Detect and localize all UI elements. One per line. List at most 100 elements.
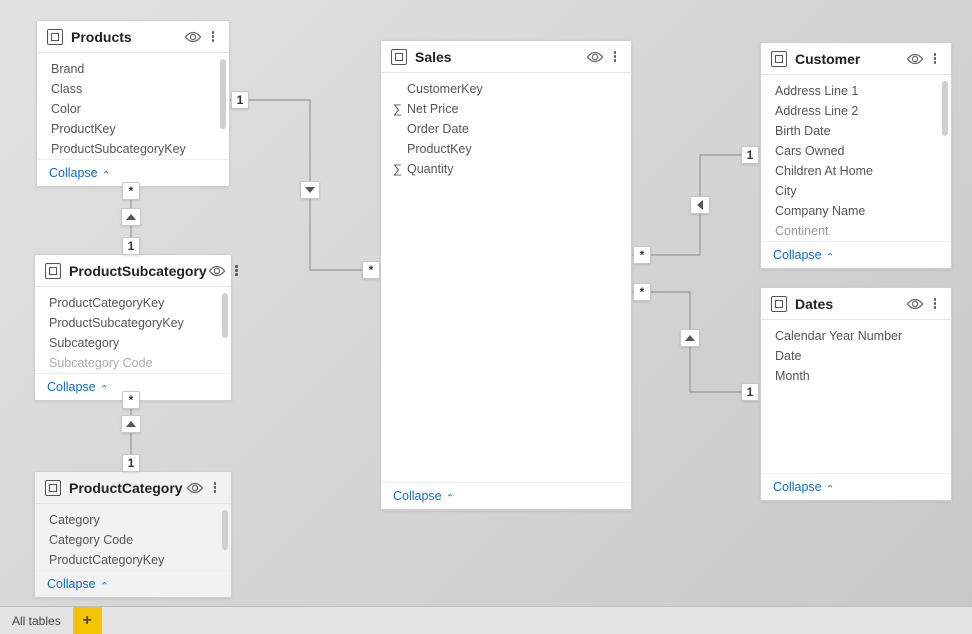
cardinality-many: * bbox=[362, 261, 380, 279]
sigma-icon: ∑ bbox=[393, 102, 407, 116]
cardinality-one: 1 bbox=[122, 454, 140, 472]
table-icon bbox=[45, 480, 61, 496]
cardinality-many: * bbox=[122, 182, 140, 200]
field-item[interactable]: ProductCategoryKey bbox=[35, 550, 231, 570]
field-item[interactable]: ProductCategoryKey bbox=[35, 293, 231, 313]
card-header[interactable]: ProductSubcategory bbox=[35, 255, 231, 287]
scrollbar[interactable] bbox=[942, 81, 948, 136]
table-icon bbox=[771, 296, 787, 312]
field-item[interactable]: Cars Owned bbox=[761, 141, 951, 161]
field-item[interactable]: Subcategory Code bbox=[35, 353, 231, 373]
card-title: Sales bbox=[415, 49, 585, 65]
field-item[interactable]: Birth Date bbox=[761, 121, 951, 141]
card-title: Dates bbox=[795, 296, 905, 312]
field-item[interactable]: ProductSubcategoryKey bbox=[35, 313, 231, 333]
cardinality-one: 1 bbox=[741, 383, 759, 401]
filter-direction-icon bbox=[690, 196, 710, 214]
filter-direction-icon bbox=[680, 329, 700, 347]
field-item[interactable]: Address Line 1 bbox=[761, 81, 951, 101]
field-item[interactable]: Company Name bbox=[761, 201, 951, 221]
collapse-button[interactable]: Collapse ⌄ bbox=[761, 241, 951, 268]
table-card-product-category[interactable]: ProductCategory Category Category Code P… bbox=[34, 471, 232, 598]
card-title: Products bbox=[71, 29, 183, 45]
cardinality-many: * bbox=[122, 391, 140, 409]
table-card-sales[interactable]: Sales CustomerKey ∑Net Price Order Date … bbox=[380, 40, 632, 510]
model-view-canvas[interactable]: Products Brand Class Color ProductKey Pr… bbox=[0, 0, 972, 634]
tab-all-tables[interactable]: All tables bbox=[0, 607, 74, 634]
more-icon[interactable] bbox=[609, 51, 621, 62]
card-title: ProductCategory bbox=[69, 480, 185, 496]
collapse-label: Collapse bbox=[49, 166, 98, 180]
collapse-label: Collapse bbox=[47, 577, 96, 591]
visibility-icon[interactable] bbox=[207, 261, 227, 281]
card-header[interactable]: Products bbox=[37, 21, 229, 53]
visibility-icon[interactable] bbox=[905, 294, 925, 314]
layout-tabs: All tables + bbox=[0, 606, 972, 634]
filter-direction-icon bbox=[121, 208, 141, 226]
collapse-button[interactable]: Collapse ⌄ bbox=[761, 473, 951, 500]
field-item[interactable]: Order Date bbox=[381, 119, 631, 139]
field-item[interactable]: Address Line 2 bbox=[761, 101, 951, 121]
field-item[interactable]: Month bbox=[761, 366, 951, 386]
field-item[interactable]: Children At Home bbox=[761, 161, 951, 181]
field-item[interactable]: ∑Net Price bbox=[381, 99, 631, 119]
more-icon[interactable] bbox=[231, 265, 243, 276]
table-card-customer[interactable]: Customer Address Line 1 Address Line 2 B… bbox=[760, 42, 952, 269]
visibility-icon[interactable] bbox=[905, 49, 925, 69]
table-card-dates[interactable]: Dates Calendar Year Number Date Month Co… bbox=[760, 287, 952, 501]
card-header[interactable]: Sales bbox=[381, 41, 631, 73]
field-item[interactable]: Class bbox=[37, 79, 229, 99]
table-card-products[interactable]: Products Brand Class Color ProductKey Pr… bbox=[36, 20, 230, 187]
card-header[interactable]: ProductCategory bbox=[35, 472, 231, 504]
scrollbar[interactable] bbox=[220, 59, 226, 129]
more-icon[interactable] bbox=[929, 298, 941, 309]
chevron-up-icon: ⌄ bbox=[102, 168, 110, 179]
collapse-button[interactable]: Collapse ⌄ bbox=[35, 570, 231, 597]
field-list: Address Line 1 Address Line 2 Birth Date… bbox=[761, 75, 951, 241]
collapse-label: Collapse bbox=[393, 489, 442, 503]
visibility-icon[interactable] bbox=[585, 47, 605, 67]
field-item[interactable]: Continent bbox=[761, 221, 951, 241]
field-item[interactable]: Calendar Year Number bbox=[761, 326, 951, 346]
card-title: Customer bbox=[795, 51, 905, 67]
sigma-icon: ∑ bbox=[393, 162, 407, 176]
more-icon[interactable] bbox=[209, 482, 221, 493]
collapse-button[interactable]: Collapse ⌄ bbox=[381, 482, 631, 509]
field-item[interactable]: Category Code bbox=[35, 530, 231, 550]
filter-direction-icon bbox=[121, 415, 141, 433]
filter-direction-icon bbox=[300, 181, 320, 199]
scrollbar[interactable] bbox=[222, 293, 228, 338]
field-list: Calendar Year Number Date Month bbox=[761, 320, 951, 473]
more-icon[interactable] bbox=[207, 31, 219, 42]
card-header[interactable]: Customer bbox=[761, 43, 951, 75]
chevron-up-icon: ⌄ bbox=[446, 491, 454, 502]
field-item[interactable]: Date bbox=[761, 346, 951, 366]
table-icon bbox=[771, 51, 787, 67]
field-item[interactable]: City bbox=[761, 181, 951, 201]
field-item[interactable]: ProductSubcategoryKey bbox=[37, 139, 229, 159]
collapse-label: Collapse bbox=[47, 380, 96, 394]
more-icon[interactable] bbox=[929, 53, 941, 64]
chevron-up-icon: ⌄ bbox=[826, 482, 834, 493]
field-item[interactable]: CustomerKey bbox=[381, 79, 631, 99]
table-card-product-subcategory[interactable]: ProductSubcategory ProductCategoryKey Pr… bbox=[34, 254, 232, 401]
scrollbar[interactable] bbox=[222, 510, 228, 550]
collapse-label: Collapse bbox=[773, 480, 822, 494]
field-item[interactable]: Subcategory bbox=[35, 333, 231, 353]
table-icon bbox=[45, 263, 61, 279]
field-item[interactable]: Brand bbox=[37, 59, 229, 79]
field-item[interactable]: ProductKey bbox=[381, 139, 631, 159]
field-item[interactable]: Color bbox=[37, 99, 229, 119]
field-list: ProductCategoryKey ProductSubcategoryKey… bbox=[35, 287, 231, 373]
field-item[interactable]: ∑Quantity bbox=[381, 159, 631, 179]
cardinality-one: 1 bbox=[122, 237, 140, 255]
visibility-icon[interactable] bbox=[185, 478, 205, 498]
visibility-icon[interactable] bbox=[183, 27, 203, 47]
card-header[interactable]: Dates bbox=[761, 288, 951, 320]
field-item[interactable]: ProductKey bbox=[37, 119, 229, 139]
field-list: Brand Class Color ProductKey ProductSubc… bbox=[37, 53, 229, 159]
cardinality-one: 1 bbox=[741, 146, 759, 164]
tab-label: All tables bbox=[12, 614, 61, 628]
add-layout-button[interactable]: + bbox=[74, 607, 102, 634]
field-item[interactable]: Category bbox=[35, 510, 231, 530]
